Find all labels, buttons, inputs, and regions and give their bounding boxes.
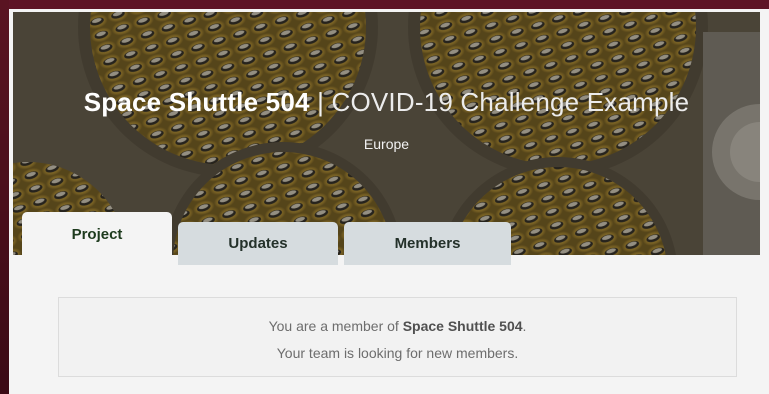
tab-project[interactable]: Project xyxy=(22,212,172,265)
team-name: Space Shuttle 504 xyxy=(83,87,310,117)
membership-team-name: Space Shuttle 504 xyxy=(402,318,523,334)
membership-suffix: . xyxy=(522,318,527,334)
project-card: Space Shuttle 504 | COVID-19 Challenge E… xyxy=(9,9,769,394)
tab-label: Updates xyxy=(228,235,288,252)
title-separator: | xyxy=(317,87,325,117)
location-label: Europe xyxy=(363,136,410,152)
tab-updates[interactable]: Updates xyxy=(178,222,338,265)
tab-members[interactable]: Members xyxy=(344,222,511,265)
window-frame-top xyxy=(0,0,769,9)
window-frame-left xyxy=(0,0,9,394)
challenge-name: COVID-19 Challenge Example xyxy=(331,87,690,117)
membership-status: You are a member of Space Shuttle 504. xyxy=(59,318,736,334)
tab-label: Members xyxy=(394,235,461,252)
recruiting-status: Your team is looking for new members. xyxy=(276,345,519,361)
membership-notice: You are a member of Space Shuttle 504. Y… xyxy=(58,297,737,377)
tab-label: Project xyxy=(71,226,123,243)
membership-prefix: You are a member of xyxy=(268,318,403,334)
page-title: Space Shuttle 504 | COVID-19 Challenge E… xyxy=(13,87,760,118)
